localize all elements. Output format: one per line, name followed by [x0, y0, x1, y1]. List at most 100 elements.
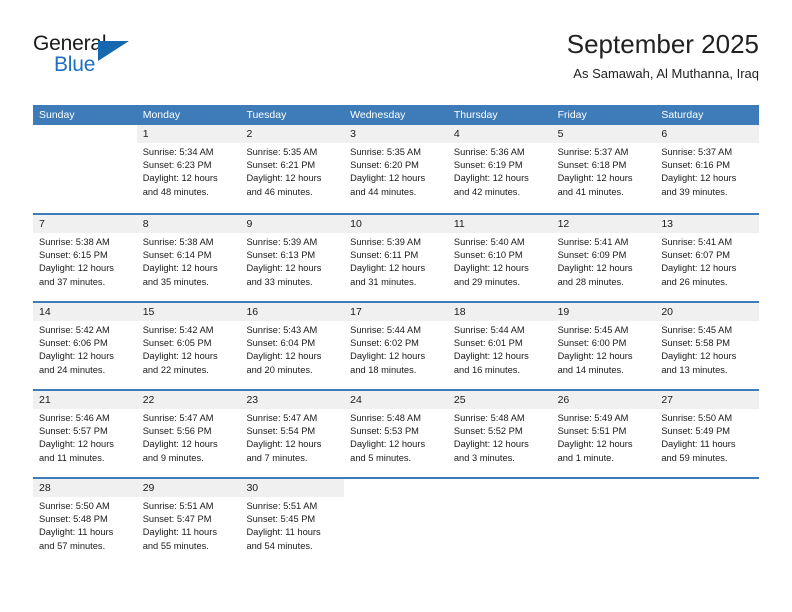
day-number: 1 — [142, 128, 149, 140]
calendar-day-cell[interactable]: 22 Sunrise: 5:47 AM Sunset: 5:56 PM Dayligh… — [136, 391, 241, 477]
sunset-text: Sunset: 6:00 PM — [557, 338, 627, 349]
calendar-day-cell[interactable]: 13 Sunrise: 5:41 AM Sunset: 6:07 PM Dayligh… — [655, 215, 760, 301]
daylight-text-line2: and 18 minutes. — [350, 364, 417, 375]
calendar-day-cell[interactable]: 19 Sunrise: 5:45 AM Sunset: 6:00 PM Dayligh… — [551, 303, 656, 389]
calendar-day-cell[interactable]: 5 Sunrise: 5:37 AM Sunset: 6:18 PM Daylight… — [551, 125, 656, 213]
sunrise-text: Sunrise: 5:50 AM — [39, 501, 110, 511]
daylight-text-line1: Daylight: 12 hours — [661, 351, 737, 362]
calendar-day-cell[interactable]: 24 Sunrise: 5:48 AM Sunset: 5:53 PM Dayligh… — [344, 391, 448, 477]
day-number-band: 1 — [136, 125, 241, 143]
day-sun-info: Sunrise: 5:43 AM Sunset: 6:04 PM Daylight:… — [240, 321, 344, 377]
day-number-band — [33, 125, 137, 143]
daylight-text-line1: Daylight: 12 hours — [39, 439, 114, 450]
daylight-text-line2: and 22 minutes. — [142, 364, 209, 375]
calendar-day-cell[interactable]: 29 Sunrise: 5:51 AM Sunset: 5:47 PM Dayligh… — [136, 479, 241, 565]
calendar-day-cell[interactable]: 9 Sunrise: 5:39 AM Sunset: 6:13 PM Daylight… — [240, 215, 345, 301]
calendar-day-cell[interactable]: 6 Sunrise: 5:37 AM Sunset: 6:16 PM Daylight… — [655, 125, 760, 213]
daylight-text-line1: Daylight: 12 hours — [142, 263, 218, 274]
day-number-band: 25 — [447, 391, 552, 409]
calendar-day-cell[interactable]: 15 Sunrise: 5:42 AM Sunset: 6:05 PM Dayligh… — [136, 303, 241, 389]
sunrise-text: Sunrise: 5:47 AM — [246, 413, 318, 423]
day-number: 8 — [142, 218, 149, 230]
calendar-week-row: 21 Sunrise: 5:46 AM Sunset: 5:57 PM Dayligh… — [33, 389, 760, 477]
daylight-text-line2: and 37 minutes. — [39, 276, 106, 287]
day-sun-info: Sunrise: 5:50 AM Sunset: 5:49 PM Daylight:… — [655, 409, 759, 465]
calendar-day-cell[interactable]: 11 Sunrise: 5:40 AM Sunset: 6:10 PM Dayligh… — [447, 215, 552, 301]
day-sun-info: Sunrise: 5:45 AM Sunset: 5:58 PM Daylight:… — [655, 321, 759, 377]
calendar-day-cell[interactable]: 20 Sunrise: 5:45 AM Sunset: 5:58 PM Dayligh… — [655, 303, 760, 389]
calendar-day-cell[interactable]: 27 Sunrise: 5:50 AM Sunset: 5:49 PM Dayligh… — [655, 391, 760, 477]
daylight-text-line1: Daylight: 11 hours — [142, 527, 217, 538]
day-number-band: 19 — [551, 303, 656, 321]
calendar-day-cell[interactable]: 21 Sunrise: 5:46 AM Sunset: 5:57 PM Dayligh… — [33, 391, 137, 477]
calendar-day-cell[interactable]: 2 Sunrise: 5:35 AM Sunset: 6:21 PM Daylight… — [240, 125, 345, 213]
day-sun-info: Sunrise: 5:41 AM Sunset: 6:09 PM Daylight:… — [552, 233, 656, 289]
daylight-text-line1: Daylight: 12 hours — [557, 439, 633, 450]
calendar-day-cell[interactable]: 26 Sunrise: 5:49 AM Sunset: 5:51 PM Dayligh… — [551, 391, 656, 477]
day-number: 9 — [246, 218, 253, 230]
calendar-day-cell[interactable]: 25 Sunrise: 5:48 AM Sunset: 5:52 PM Dayligh… — [447, 391, 552, 477]
sunrise-text: Sunrise: 5:42 AM — [39, 325, 110, 335]
daylight-text-line2: and 14 minutes. — [557, 364, 624, 375]
day-number-band — [344, 479, 448, 497]
day-number-band: 3 — [344, 125, 448, 143]
calendar-day-cell[interactable]: 14 Sunrise: 5:42 AM Sunset: 6:06 PM Dayligh… — [33, 303, 137, 389]
calendar-day-cell[interactable]: 12 Sunrise: 5:41 AM Sunset: 6:09 PM Dayligh… — [551, 215, 656, 301]
sunrise-text: Sunrise: 5:46 AM — [39, 413, 110, 423]
calendar-day-cell[interactable]: 18 Sunrise: 5:44 AM Sunset: 6:01 PM Dayligh… — [447, 303, 552, 389]
day-sun-info: Sunrise: 5:46 AM Sunset: 5:57 PM Daylight:… — [33, 409, 137, 465]
day-number: 18 — [453, 306, 466, 318]
calendar-day-cell[interactable]: 1 Sunrise: 5:34 AM Sunset: 6:23 PM Daylight… — [136, 125, 241, 213]
day-number: 25 — [453, 394, 466, 406]
calendar-day-cell[interactable]: 17 Sunrise: 5:44 AM Sunset: 6:02 PM Dayligh… — [344, 303, 448, 389]
daylight-text-line2: and 7 minutes. — [246, 452, 308, 463]
sunset-text: Sunset: 6:21 PM — [246, 160, 316, 171]
day-number-band: 27 — [655, 391, 760, 409]
day-number: 14 — [39, 306, 51, 318]
calendar-day-cell[interactable]: 3 Sunrise: 5:35 AM Sunset: 6:20 PM Daylight… — [344, 125, 448, 213]
day-sun-info: Sunrise: 5:42 AM Sunset: 6:06 PM Daylight:… — [33, 321, 137, 377]
sunrise-text: Sunrise: 5:51 AM — [246, 501, 318, 511]
sunset-text: Sunset: 6:06 PM — [39, 338, 108, 349]
sunset-text: Sunset: 5:48 PM — [39, 514, 108, 525]
calendar-day-cell[interactable]: 23 Sunrise: 5:47 AM Sunset: 5:54 PM Dayligh… — [240, 391, 345, 477]
calendar-day-cell[interactable]: 30 Sunrise: 5:51 AM Sunset: 5:45 PM Dayligh… — [240, 479, 345, 565]
sunrise-text: Sunrise: 5:49 AM — [557, 413, 629, 423]
day-sun-info: Sunrise: 5:44 AM Sunset: 6:01 PM Daylight:… — [448, 321, 552, 377]
daylight-text-line1: Daylight: 12 hours — [142, 173, 218, 184]
sunset-text: Sunset: 5:51 PM — [557, 426, 627, 437]
calendar-day-cell[interactable]: 8 Sunrise: 5:38 AM Sunset: 6:14 PM Daylight… — [136, 215, 241, 301]
weekday-header-sunday: Sunday — [39, 109, 75, 121]
logo-triangle-icon — [98, 41, 129, 61]
daylight-text-line1: Daylight: 12 hours — [661, 263, 737, 274]
day-number-band: 26 — [551, 391, 656, 409]
sunrise-text: Sunrise: 5:37 AM — [661, 147, 733, 157]
calendar-day-cell[interactable]: 4 Sunrise: 5:36 AM Sunset: 6:19 PM Daylight… — [447, 125, 552, 213]
calendar-day-cell[interactable]: 10 Sunrise: 5:39 AM Sunset: 6:11 PM Dayligh… — [344, 215, 448, 301]
daylight-text-line1: Daylight: 12 hours — [246, 173, 322, 184]
day-number-band: 17 — [344, 303, 448, 321]
calendar-day-cell[interactable]: 28 Sunrise: 5:50 AM Sunset: 5:48 PM Dayligh… — [33, 479, 137, 565]
sunrise-text: Sunrise: 5:38 AM — [39, 237, 110, 247]
daylight-text-line2: and 3 minutes. — [453, 452, 515, 463]
daylight-text-line2: and 5 minutes. — [350, 452, 412, 463]
calendar-day-cell[interactable]: 7 Sunrise: 5:38 AM Sunset: 6:15 PM Daylight… — [33, 215, 137, 301]
calendar-week-row: 28 Sunrise: 5:50 AM Sunset: 5:48 PM Dayligh… — [33, 477, 760, 565]
daylight-text-line2: and 59 minutes. — [661, 452, 728, 463]
day-number: 17 — [350, 306, 362, 318]
calendar-day-cell[interactable]: 16 Sunrise: 5:43 AM Sunset: 6:04 PM Dayligh… — [240, 303, 345, 389]
day-number-band: 10 — [344, 215, 448, 233]
day-number-band: 13 — [655, 215, 760, 233]
daylight-text-line1: Daylight: 12 hours — [661, 173, 737, 184]
weekday-header-monday: Monday — [142, 109, 181, 121]
day-sun-info: Sunrise: 5:47 AM Sunset: 5:54 PM Daylight:… — [240, 409, 344, 465]
sunrise-text: Sunrise: 5:44 AM — [350, 325, 421, 335]
day-number-band: 24 — [344, 391, 448, 409]
daylight-text-line1: Daylight: 12 hours — [557, 263, 633, 274]
day-sun-info: Sunrise: 5:49 AM Sunset: 5:51 PM Daylight:… — [552, 409, 656, 465]
day-sun-info: Sunrise: 5:40 AM Sunset: 6:10 PM Daylight:… — [448, 233, 552, 289]
daylight-text-line2: and 24 minutes. — [39, 364, 106, 375]
weekday-header-friday: Friday — [557, 109, 587, 121]
daylight-text-line2: and 46 minutes. — [246, 186, 313, 197]
sunrise-text: Sunrise: 5:42 AM — [142, 325, 214, 335]
